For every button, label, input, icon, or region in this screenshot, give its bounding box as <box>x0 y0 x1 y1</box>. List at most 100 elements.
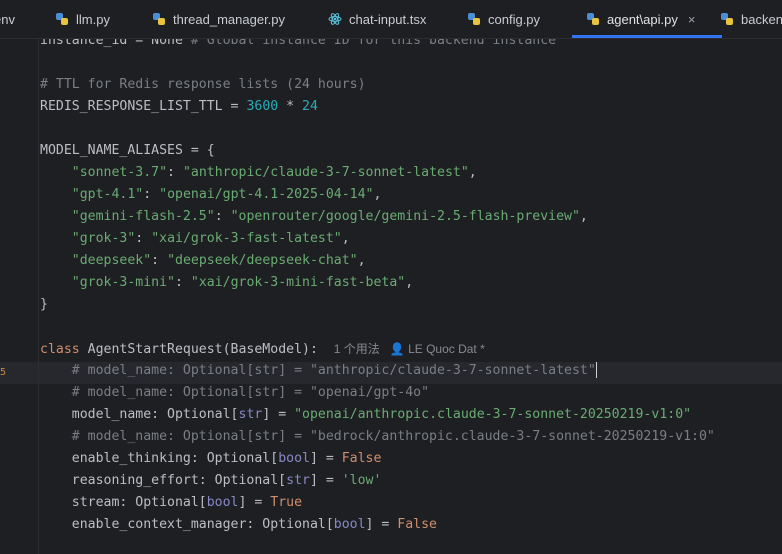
code-token: True <box>270 495 303 510</box>
code-token: "gpt-4.1" <box>71 187 144 202</box>
code-token: : <box>174 275 191 290</box>
code-token: # model_name: Optional[str] = "bedrock/a… <box>71 429 715 444</box>
code-token: : <box>214 209 231 224</box>
code-line[interactable]: } <box>40 294 48 316</box>
code-token: # model_name: Optional[str] = "anthropic… <box>71 363 596 378</box>
code-token: AgentStartRequest(BaseModel): <box>87 342 334 357</box>
python-icon <box>153 13 165 25</box>
code-token: 3600 <box>246 99 279 114</box>
code-editor[interactable]: 5 instance_id = None # Global instance I… <box>0 30 782 554</box>
code-token: bool <box>333 517 366 532</box>
code-token: : <box>151 253 168 268</box>
code-token: , <box>579 209 588 224</box>
code-token: ] = <box>309 473 342 488</box>
editor-tab-bar: env llm.py thread_manager.py chat-input.… <box>0 0 782 39</box>
code-token: , <box>341 231 350 246</box>
code-line[interactable]: "sonnet-3.7": "anthropic/claude-3-7-sonn… <box>40 162 477 184</box>
tab-backend[interactable]: backen <box>720 0 782 38</box>
code-line[interactable]: # TTL for Redis response lists (24 hours… <box>40 74 366 96</box>
code-token: , <box>357 253 366 268</box>
code-token: ] = <box>365 517 398 532</box>
tab-label: llm.py <box>76 11 110 27</box>
tab-label: env <box>0 11 15 27</box>
tab-config-py[interactable]: config.py <box>467 0 540 38</box>
code-line[interactable]: reasoning_effort: Optional[str] = 'low' <box>40 470 382 492</box>
code-token: "sonnet-3.7" <box>71 165 168 180</box>
code-token: "deepseek" <box>71 253 152 268</box>
code-token: , <box>405 275 414 290</box>
code-token: False <box>397 517 437 532</box>
code-line[interactable]: "grok-3": "xai/grok-3-fast-latest", <box>40 228 350 250</box>
tab-chat-input-tsx[interactable]: chat-input.tsx <box>328 0 426 38</box>
code-token: stream: Optional[ <box>40 495 207 510</box>
code-token: str <box>238 407 263 422</box>
code-token: "grok-3-mini" <box>71 275 175 290</box>
code-token: MODEL_NAME_ALIASES = { <box>40 143 215 158</box>
gutter-divider <box>38 30 39 554</box>
code-line[interactable]: MODEL_NAME_ALIASES = { <box>40 140 215 162</box>
tab-label: thread_manager.py <box>173 11 286 27</box>
code-token: } <box>40 297 48 312</box>
code-token: bool <box>206 495 239 510</box>
tab-agent-api-py[interactable]: agent\api.py × <box>572 0 722 38</box>
code-line[interactable]: stream: Optional[bool] = True <box>40 492 302 514</box>
tab-llm-py[interactable]: llm.py <box>55 0 110 38</box>
code-token: str <box>286 473 310 488</box>
code-token: enable_thinking: Optional[ <box>40 451 279 466</box>
code-token: # model_name: Optional[str] = "openai/gp… <box>71 385 430 400</box>
tab-label: chat-input.tsx <box>349 11 427 27</box>
code-token: : <box>135 231 152 246</box>
python-icon <box>468 13 480 25</box>
tab-thread-manager-py[interactable]: thread_manager.py <box>152 0 285 38</box>
code-token: * <box>278 99 303 114</box>
code-line[interactable]: class AgentStartRequest(BaseModel): 1 个用… <box>40 338 485 360</box>
code-token: , <box>468 165 477 180</box>
code-line[interactable]: REDIS_RESPONSE_LIST_TTL = 3600 * 24 <box>40 96 318 118</box>
code-token: "gemini-flash-2.5" <box>71 209 215 224</box>
close-tab-icon[interactable]: × <box>688 12 696 27</box>
code-line[interactable]: "gpt-4.1": "openai/gpt-4.1-2025-04-14", <box>40 184 382 206</box>
code-token: "xai/grok-3-fast-latest" <box>151 231 342 246</box>
code-token: bool <box>278 451 310 466</box>
code-token: "openrouter/google/gemini-2.5-flash-prev… <box>230 209 580 224</box>
code-token: "deepseek/deepseek-chat" <box>167 253 358 268</box>
code-token: 24 <box>302 99 318 114</box>
code-line[interactable]: "grok-3-mini": "xai/grok-3-mini-fast-bet… <box>40 272 413 294</box>
code-line[interactable]: "gemini-flash-2.5": "openrouter/google/g… <box>40 206 588 228</box>
tab-label: backen <box>741 11 782 27</box>
inlay-hint: 1 个用法 👤 LE Quoc Dat * <box>333 342 485 356</box>
code-line[interactable]: # model_name: Optional[str] = "openai/gp… <box>40 382 429 404</box>
code-token: "grok-3" <box>71 231 136 246</box>
code-line[interactable]: enable_thinking: Optional[bool] = False <box>40 448 382 470</box>
code-token: ] = <box>238 495 271 510</box>
code-line[interactable]: # model_name: Optional[str] = "bedrock/a… <box>40 426 715 448</box>
code-token: # TTL for Redis response lists (24 hours… <box>40 77 366 92</box>
tab-env[interactable]: env <box>0 0 15 38</box>
line-change-marker: 5 <box>0 367 6 379</box>
code-token: enable_context_manager: Optional[ <box>40 517 334 532</box>
code-line[interactable]: enable_context_manager: Optional[bool] =… <box>40 514 437 536</box>
code-token: reasoning_effort: Optional[ <box>40 473 287 488</box>
code-line[interactable]: "deepseek": "deepseek/deepseek-chat", <box>40 250 366 272</box>
tab-label: agent\api.py <box>607 11 678 27</box>
python-icon <box>56 13 68 25</box>
code-token: class <box>40 342 88 357</box>
code-line[interactable]: model_name: Optional[str] = "openai/anth… <box>40 404 691 426</box>
code-token: "openai/anthropic.claude-3-7-sonnet-2025… <box>294 407 692 422</box>
code-token: ] = <box>309 451 342 466</box>
code-token: : <box>167 165 183 180</box>
code-token: REDIS_RESPONSE_LIST_TTL = <box>40 99 247 114</box>
python-icon <box>587 13 599 25</box>
code-token: "xai/grok-3-mini-fast-beta" <box>190 275 406 290</box>
tab-label: config.py <box>488 11 541 27</box>
code-token: ] = <box>262 407 295 422</box>
code-line[interactable]: # model_name: Optional[str] = "anthropic… <box>40 360 597 382</box>
code-token: model_name: Optional[ <box>40 407 239 422</box>
